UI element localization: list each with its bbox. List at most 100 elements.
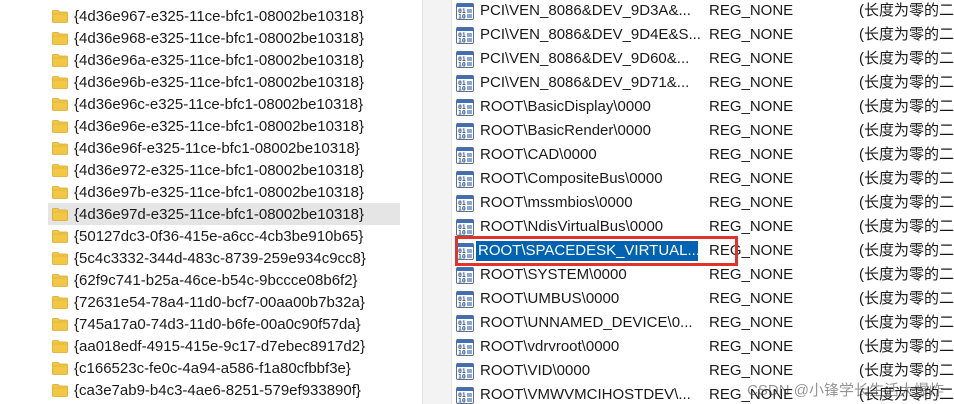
value-data: (长度为零的二 xyxy=(859,338,954,355)
folder-icon xyxy=(52,185,68,199)
tree-item-label: {4d36e97d-e325-11ce-bfc1-08002be10318} xyxy=(74,205,364,223)
value-row[interactable]: 01 10 ROOT\UNNAMED_DEVICE\0... REG_NONE … xyxy=(452,311,954,335)
folder-icon xyxy=(52,97,68,111)
tree-item[interactable]: {aa018edf-4915-415e-9c17-d7ebec8917d2} xyxy=(48,335,400,357)
tree-item[interactable]: {c166523c-fe0c-4a94-a586-f1a80cfbbf3e} xyxy=(48,357,400,379)
binary-value-icon: 01 10 xyxy=(456,195,474,212)
tree-item[interactable]: {4d36e96c-e325-11ce-bfc1-08002be10318} xyxy=(48,93,400,115)
tree-item[interactable]: {4d36e972-e325-11ce-bfc1-08002be10318} xyxy=(48,159,400,181)
svg-text:10: 10 xyxy=(458,109,466,117)
tree-item-label: {4d36e97b-e325-11ce-bfc1-08002be10318} xyxy=(74,183,364,201)
tree-item[interactable]: {745a17a0-74d3-11d0-b6fe-00a0c90f57da} xyxy=(48,313,400,335)
value-name: PCI\VEN_8086&DEV_9D4E&S... xyxy=(480,26,700,43)
binary-value-icon: 01 10 xyxy=(456,387,474,404)
tree-item-label: {50127dc3-0f36-415e-a6cc-4cb3be910b65} xyxy=(74,227,364,245)
folder-icon xyxy=(52,339,68,353)
value-name: ROOT\VID\0000 xyxy=(480,362,591,379)
tree-item-label: {aa018edf-4915-415e-9c17-d7ebec8917d2} xyxy=(74,337,366,355)
value-row[interactable]: 01 10 PCI\VEN_8086&DEV_9D71&... REG_NONE… xyxy=(452,71,954,95)
binary-value-icon: 01 10 xyxy=(456,147,474,164)
watermark: CSDN @小锋学长生活大爆炸 xyxy=(747,382,944,399)
svg-text:10: 10 xyxy=(458,37,466,45)
folder-icon xyxy=(52,229,68,243)
value-row[interactable]: 01 10 ROOT\BasicDisplay\0000 REG_NONE (长… xyxy=(452,95,954,119)
value-row[interactable]: 01 10 ROOT\mssmbios\0000 REG_NONE (长度为零的… xyxy=(452,191,954,215)
value-data: (长度为零的二 xyxy=(859,290,954,307)
tree-item[interactable]: {62f9c741-b25a-46ce-b54c-9bccce08b6f2} xyxy=(48,269,400,291)
value-row[interactable]: 01 10 ROOT\BasicRender\0000 REG_NONE (长度… xyxy=(452,119,954,143)
tree-item-label: {745a17a0-74d3-11d0-b6fe-00a0c90f57da} xyxy=(74,315,361,333)
value-data: (长度为零的二 xyxy=(859,266,954,283)
value-name: ROOT\VMWVMCIHOSTDEV\... xyxy=(480,386,691,403)
binary-value-icon: 01 10 xyxy=(456,291,474,308)
value-type: REG_NONE xyxy=(709,50,794,67)
tree-item[interactable]: {4d36e96a-e325-11ce-bfc1-08002be10318} xyxy=(48,49,400,71)
value-type: REG_NONE xyxy=(709,98,794,115)
value-type: REG_NONE xyxy=(709,122,794,139)
svg-text:10: 10 xyxy=(458,13,466,21)
value-row[interactable]: 01 10 ROOT\CompositeBus\0000 REG_NONE (长… xyxy=(452,167,954,191)
binary-value-icon: 01 10 xyxy=(456,51,474,68)
value-name: ROOT\BasicRender\0000 xyxy=(480,122,651,139)
value-row[interactable]: 01 10 ROOT\UMBUS\0000 REG_NONE (长度为零的二 xyxy=(452,287,954,311)
value-data: (长度为零的二 xyxy=(859,98,954,115)
tree-item[interactable]: {50127dc3-0f36-415e-a6cc-4cb3be910b65} xyxy=(48,225,400,247)
binary-value-icon: 01 10 xyxy=(456,75,474,92)
svg-text:10: 10 xyxy=(458,301,466,309)
tree-item[interactable]: {4d36e96b-e325-11ce-bfc1-08002be10318} xyxy=(48,71,400,93)
value-name: ROOT\SYSTEM\0000 xyxy=(480,266,627,283)
svg-text:10: 10 xyxy=(458,181,466,189)
value-name: PCI\VEN_8086&DEV_9D3A&... xyxy=(480,2,691,19)
tree-item-label: {4d36e968-e325-11ce-bfc1-08002be10318} xyxy=(74,29,364,47)
value-data: (长度为零的二 xyxy=(859,170,954,187)
binary-value-icon: 01 10 xyxy=(456,99,474,116)
tree-item-label: {4d36e96a-e325-11ce-bfc1-08002be10318} xyxy=(74,51,364,69)
binary-value-icon: 01 10 xyxy=(456,123,474,140)
svg-text:10: 10 xyxy=(458,205,466,213)
binary-value-icon: 01 10 xyxy=(456,3,474,20)
value-row[interactable]: 01 10 ROOT\SYSTEM\0000 REG_NONE (长度为零的二 xyxy=(452,263,954,287)
value-type: REG_NONE xyxy=(709,2,794,19)
value-type: REG_NONE xyxy=(709,194,794,211)
svg-text:10: 10 xyxy=(458,397,466,404)
tree-item[interactable]: {4d36e97d-e325-11ce-bfc1-08002be10318} xyxy=(48,203,400,225)
value-row[interactable]: 01 10 ROOT\SPACEDESK_VIRTUAL... REG_NONE… xyxy=(452,239,954,263)
folder-icon xyxy=(52,361,68,375)
value-row[interactable]: 01 10 PCI\VEN_8086&DEV_9D4E&S... REG_NON… xyxy=(452,23,954,47)
value-type: REG_NONE xyxy=(709,242,794,259)
value-row[interactable]: 01 10 ROOT\NdisVirtualBus\0000 REG_NONE … xyxy=(452,215,954,239)
value-name: ROOT\mssmbios\0000 xyxy=(480,194,633,211)
value-type: REG_NONE xyxy=(709,26,794,43)
tree-item[interactable]: {5c4c3332-344d-483c-8739-259e934c9cc8} xyxy=(48,247,400,269)
value-name: ROOT\UMBUS\0000 xyxy=(480,290,620,307)
value-row[interactable]: 01 10 PCI\VEN_8086&DEV_9D3A&... REG_NONE… xyxy=(452,0,954,23)
binary-value-icon: 01 10 xyxy=(456,363,474,380)
svg-text:10: 10 xyxy=(458,277,466,285)
value-type: REG_NONE xyxy=(709,338,794,355)
registry-values-list: 01 10 PCI\VEN_8086&DEV_9D3A&... REG_NONE… xyxy=(452,0,954,404)
tree-item[interactable]: {72631e54-78a4-11d0-bcf7-00aa00b7b32a} xyxy=(48,291,400,313)
tree-item[interactable]: {ca3e7ab9-b4c3-4ae6-8251-579ef933890f} xyxy=(48,379,400,401)
value-row[interactable]: 01 10 PCI\VEN_8086&DEV_9D60&... REG_NONE… xyxy=(452,47,954,71)
svg-text:10: 10 xyxy=(458,85,466,93)
svg-text:10: 10 xyxy=(458,373,466,381)
tree-item[interactable]: {4d36e96f-e325-11ce-bfc1-08002be10318} xyxy=(48,137,400,159)
tree-item[interactable]: {4d36e97b-e325-11ce-bfc1-08002be10318} xyxy=(48,181,400,203)
value-data: (长度为零的二 xyxy=(859,26,954,43)
value-data: (长度为零的二 xyxy=(859,242,954,259)
folder-icon xyxy=(52,9,68,23)
tree-item[interactable]: {4d36e968-e325-11ce-bfc1-08002be10318} xyxy=(48,27,400,49)
value-row[interactable]: 01 10 ROOT\CAD\0000 REG_NONE (长度为零的二 xyxy=(452,143,954,167)
svg-text:10: 10 xyxy=(458,133,466,141)
tree-item[interactable]: {4d36e967-e325-11ce-bfc1-08002be10318} xyxy=(48,5,400,27)
binary-value-icon: 01 10 xyxy=(456,315,474,332)
svg-text:10: 10 xyxy=(458,157,466,165)
folder-icon xyxy=(52,53,68,67)
tree-item-label: {72631e54-78a4-11d0-bcf7-00aa00b7b32a} xyxy=(74,293,365,311)
pane-splitter[interactable] xyxy=(422,0,452,404)
value-type: REG_NONE xyxy=(709,146,794,163)
tree-item[interactable]: {4d36e96e-e325-11ce-bfc1-08002be10318} xyxy=(48,115,400,137)
value-data: (长度为零的二 xyxy=(859,194,954,211)
value-row[interactable]: 01 10 ROOT\vdrvroot\0000 REG_NONE (长度为零的… xyxy=(452,335,954,359)
tree-item-label: {62f9c741-b25a-46ce-b54c-9bccce08b6f2} xyxy=(74,271,358,289)
